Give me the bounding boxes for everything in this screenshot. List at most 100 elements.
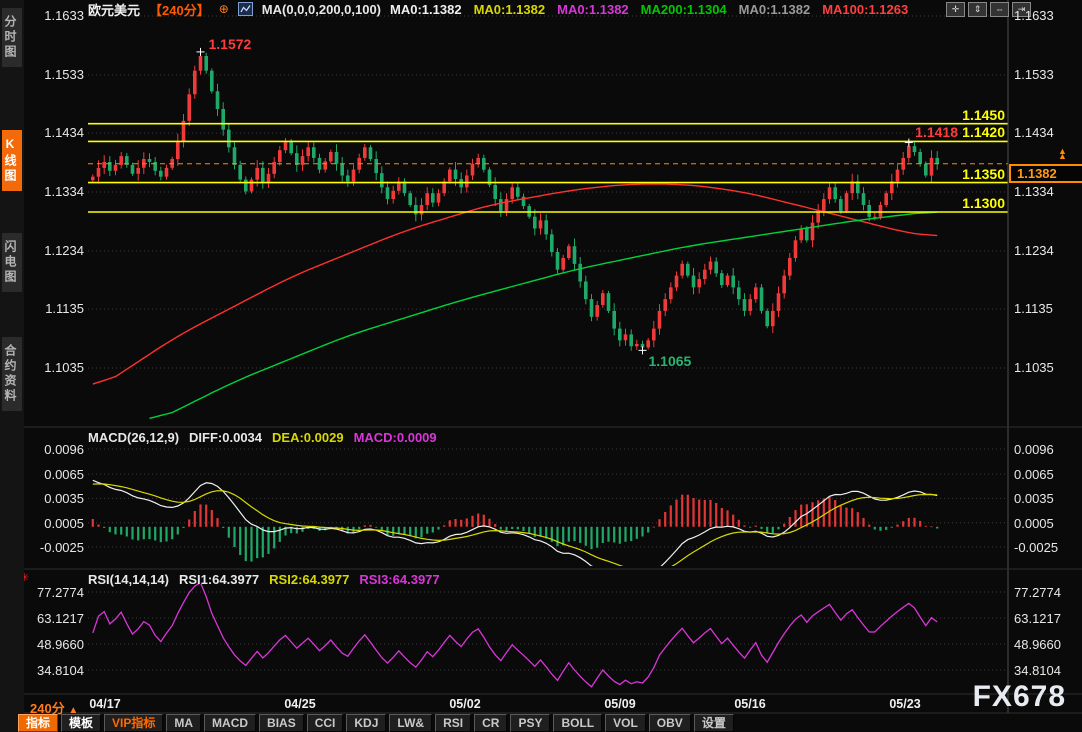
app-window: 分时图 K线图闪电图合约资料 欧元美元 【240分】 ⊕ MA(0,0,0,200… [0, 0, 1082, 732]
level-label-1.1300: 1.1300 [962, 195, 1005, 211]
macd-histogram [92, 495, 939, 562]
rsi3-value: RSI3:64.3977 [359, 572, 439, 587]
sidebar-item-4[interactable]: 合约资料 [2, 337, 22, 411]
recent-high-marker [905, 139, 913, 147]
ma-value-5: MA0:1.1382 [739, 2, 811, 17]
rsi-axis-label-left: 63.1217 [24, 611, 84, 626]
date-label-04/17: 04/17 [89, 697, 120, 711]
rsi-axis-label-left: 77.2774 [24, 585, 84, 600]
macd-axis-label-left: 0.0065 [24, 467, 84, 482]
chart-canvas[interactable] [0, 0, 1082, 732]
swing-high-marker [197, 48, 205, 56]
crosshair-icon[interactable]: ✛ [946, 2, 965, 17]
macd-dea-value: DEA:0.0029 [272, 430, 344, 445]
toolbar-button-PSY[interactable]: PSY [510, 714, 550, 732]
date-label-05/16: 05/16 [734, 697, 765, 711]
scale-y-axis-icon[interactable]: ⇕ [968, 2, 987, 17]
swing-low-marker [639, 346, 647, 354]
price-axis-label-right: 1.1035 [1014, 360, 1080, 375]
symbol-name: 欧元美元 [88, 0, 140, 19]
toolbar-button-LW&[interactable]: LW& [389, 714, 432, 732]
rsi-title: RSI(14,14,14) [88, 572, 169, 587]
price-axis-label-right: 1.1234 [1014, 243, 1080, 258]
macd-axis-label-right: -0.0025 [1014, 540, 1080, 555]
price-axis-label-left: 1.1434 [24, 125, 84, 140]
chart-header: 欧元美元 【240分】 ⊕ MA(0,0,0,200,0,100) MA0:1.… [88, 1, 908, 17]
rsi1-value: RSI1:64.3977 [179, 572, 259, 587]
ma-line-MA100 [93, 184, 937, 384]
macd-macd-value: MACD:0.0009 [354, 430, 437, 445]
sidebar-item-1[interactable]: 分时图 [2, 8, 22, 67]
level-label-1.1450: 1.1450 [962, 107, 1005, 123]
toolbar-button-KDJ[interactable]: KDJ [346, 714, 386, 732]
rsi-header: RSI(14,14,14) RSI1:64.3977 RSI2:64.3977 … [88, 572, 440, 587]
ma-value-6: MA100:1.1263 [822, 2, 908, 17]
toolbar-button-BOLL[interactable]: BOLL [553, 714, 602, 732]
toolbar-button-指标[interactable]: 指标 [18, 714, 58, 732]
price-axis-label-left: 1.1334 [24, 184, 84, 199]
rsi-axis-label-right: 48.9660 [1014, 637, 1080, 652]
toolbar-button-BIAS[interactable]: BIAS [259, 714, 304, 732]
ma-value-3: MA0:1.1382 [557, 2, 629, 17]
macd-axis-label-left: 0.0035 [24, 491, 84, 506]
ma-values: MA0:1.1382MA0:1.1382MA0:1.1382MA200:1.13… [390, 2, 908, 17]
rsi-axis-label-right: 34.8104 [1014, 663, 1080, 678]
sidebar-item-2[interactable]: K线图 [2, 130, 22, 191]
toolbar-button-设置[interactable]: 设置 [694, 714, 734, 732]
add-overlay-icon[interactable]: ⊕ [219, 2, 229, 16]
macd-dea-line [93, 484, 937, 573]
date-label-05/23: 05/23 [889, 697, 920, 711]
macd-axis-label-right: 0.0096 [1014, 442, 1080, 457]
macd-axis-label-left: -0.0025 [24, 540, 84, 555]
price-axis-label-right: 1.1633 [1014, 8, 1080, 23]
price-axis-label-right: 1.1533 [1014, 67, 1080, 82]
chart-type-icon [238, 2, 253, 16]
price-axis-label-left: 1.1633 [24, 8, 84, 23]
sidebar-item-3[interactable]: 闪电图 [2, 233, 22, 292]
price-axis-label-left: 1.1234 [24, 243, 84, 258]
price-axis-label-right: 1.1334 [1014, 184, 1080, 199]
swing-high-price-label: 1.1572 [209, 36, 252, 52]
rsi-axis-label-right: 63.1217 [1014, 611, 1080, 626]
date-label-04/25: 04/25 [284, 697, 315, 711]
sidebar: 分时图 K线图闪电图合约资料 [0, 0, 24, 732]
macd-axis-label-right: 0.0065 [1014, 467, 1080, 482]
toolbar-button-VOL[interactable]: VOL [605, 714, 646, 732]
candlestick-series [91, 52, 939, 351]
macd-diff-line [93, 480, 937, 576]
ma-formula: MA(0,0,0,200,0,100) [262, 2, 381, 17]
toolbar-button-CR[interactable]: CR [474, 714, 507, 732]
rsi-axis-label-left: 34.8104 [24, 663, 84, 678]
period-label: 【240分】 [149, 0, 210, 19]
rsi-line [93, 583, 937, 687]
main-gridlines [88, 16, 1008, 368]
toolbar-button-MA[interactable]: MA [166, 714, 201, 732]
macd-axis-label-right: 0.0035 [1014, 491, 1080, 506]
ma-line-MA200 [150, 212, 938, 418]
price-axis-label-left: 1.1533 [24, 67, 84, 82]
toolbar-button-模板[interactable]: 模板 [61, 714, 101, 732]
level-label-1.1350: 1.1350 [962, 166, 1005, 182]
swing-low-price-label: 1.1065 [649, 353, 692, 369]
toolbar-button-VIP指标[interactable]: VIP指标 [104, 714, 163, 732]
date-label-05/09: 05/09 [604, 697, 635, 711]
rsi2-value: RSI2:64.3977 [269, 572, 349, 587]
price-axis-label-right: 1.1135 [1014, 301, 1080, 316]
recent-high-price-label: 1.1418 [915, 124, 958, 140]
rsi-axis-label-right: 77.2774 [1014, 585, 1080, 600]
ma-value-1: MA0:1.1382 [390, 2, 462, 17]
ma-value-2: MA0:1.1382 [474, 2, 546, 17]
watermark: FX678 [973, 680, 1066, 714]
toolbar-button-RSI[interactable]: RSI [435, 714, 471, 732]
date-label-05/02: 05/02 [449, 697, 480, 711]
level-label-1.1420: 1.1420 [962, 124, 1005, 140]
price-axis-label-right: 1.1434 [1014, 125, 1080, 140]
macd-header: MACD(26,12,9) DIFF:0.0034 DEA:0.0029 MAC… [88, 430, 437, 445]
rsi-axis-label-left: 48.9660 [24, 637, 84, 652]
price-axis-label-left: 1.1035 [24, 360, 84, 375]
toolbar-button-MACD[interactable]: MACD [204, 714, 256, 732]
toolbar-button-OBV[interactable]: OBV [649, 714, 691, 732]
toolbar-button-CCI[interactable]: CCI [307, 714, 344, 732]
price-up-arrow-icon: ▲▲ [1058, 149, 1067, 159]
scale-x-axis-icon[interactable]: ⇔ [990, 2, 1009, 17]
